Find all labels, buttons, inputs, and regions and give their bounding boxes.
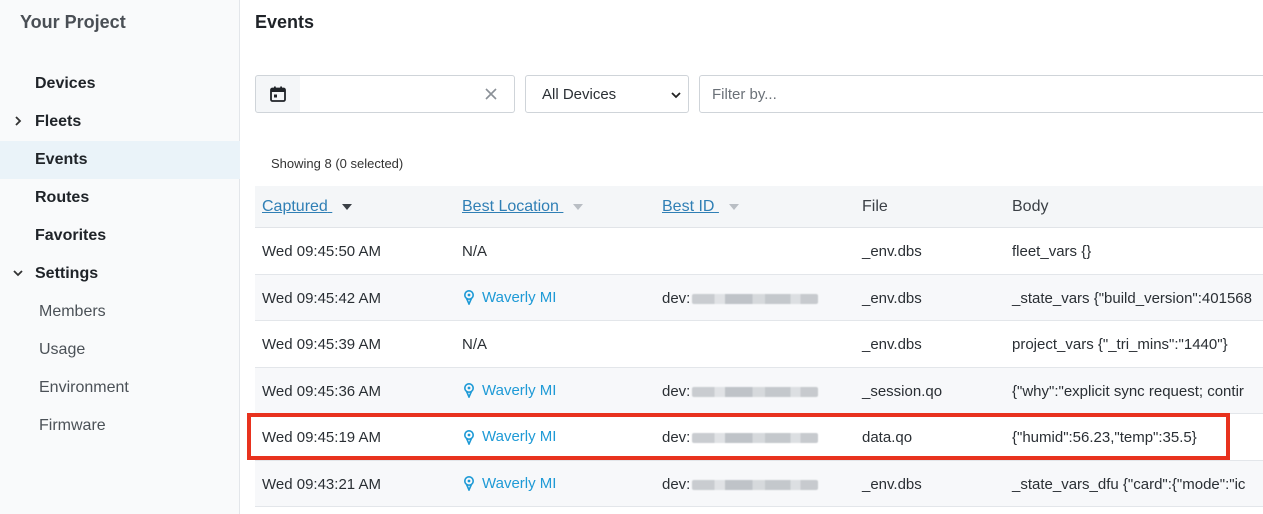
column-header-body: Body: [1012, 198, 1049, 215]
location-label: Waverly MI: [482, 474, 557, 492]
sidebar-item-label: Favorites: [35, 227, 107, 244]
column-header-file: File: [862, 198, 888, 215]
cell-location: N/A: [462, 336, 488, 353]
sidebar-item-fleets[interactable]: Fleets: [0, 103, 240, 141]
calendar-button[interactable]: [255, 75, 301, 113]
cell-file: _env.dbs: [862, 475, 922, 493]
redacted-device-id: [692, 293, 819, 304]
location-label: Waverly MI: [482, 288, 557, 306]
sidebar-item-label: Settings: [35, 265, 99, 282]
cell-file: data.qo: [862, 429, 913, 446]
cell-captured: Wed 09:43:21 AM: [262, 475, 381, 493]
sidebar-item-settings[interactable]: Settings: [0, 255, 240, 293]
cell-location-link[interactable]: Waverly MI: [462, 289, 556, 306]
redacted-device-id: [692, 386, 819, 397]
cell-best-id: dev:: [662, 429, 819, 446]
sidebar-item-label: Fleets: [35, 113, 82, 130]
sidebar-item-label: Members: [39, 303, 106, 320]
device-select[interactable]: All Devices: [525, 75, 689, 113]
cell-captured: Wed 09:45:19 AM: [262, 429, 381, 446]
sidebar-item-members[interactable]: Members: [0, 293, 240, 331]
table-row[interactable]: Wed 09:45:36 AM Waverly MI dev: _session.qo…: [255, 367, 1263, 414]
sidebar-item-favorites[interactable]: Favorites: [0, 217, 240, 255]
sidebar-item-usage[interactable]: Usage: [0, 331, 240, 369]
cell-captured: Wed 09:45:39 AM: [262, 336, 381, 353]
cell-best-id: dev:: [662, 475, 819, 493]
cell-file: _env.dbs: [862, 336, 922, 353]
column-label: Best Location: [462, 198, 559, 215]
cell-location: N/A: [462, 243, 488, 260]
cell-best-id: dev:: [662, 382, 819, 400]
location-label: Waverly MI: [482, 381, 557, 399]
column-header-captured[interactable]: Captured: [262, 198, 353, 216]
chevron-right-icon[interactable]: [11, 114, 25, 128]
location-icon: [464, 383, 474, 398]
page-title: Events: [255, 12, 315, 32]
location-icon: [464, 429, 474, 445]
table-header: Captured Best Location Best ID File Body: [255, 186, 1263, 228]
cell-best-id: dev:: [662, 289, 819, 307]
device-select-value: All Devices: [542, 85, 617, 103]
table-row[interactable]: Wed 09:45:50 AM N/A _env.dbs fleet_vars {}: [255, 228, 1263, 275]
cell-body: _state_vars {"build_version":401568: [1012, 289, 1252, 307]
sidebar-item-label: Routes: [35, 189, 90, 206]
table-row[interactable]: Wed 09:45:39 AM N/A _env.dbs project_vars {…: [255, 321, 1263, 368]
selection-count: Showing 8 (0 selected): [271, 156, 404, 171]
table-row[interactable]: Wed 09:45:42 AM Waverly MI dev: _env.dbs _st…: [255, 274, 1263, 321]
column-label: Best ID: [662, 198, 715, 215]
table-row[interactable]: Wed 09:45:19 AM Waverly MI dev: data.qo {"hu…: [255, 414, 1263, 461]
column-header-best-id[interactable]: Best ID: [662, 198, 739, 216]
redacted-device-id: [692, 433, 819, 444]
sidebar-item-firmware[interactable]: Firmware: [0, 407, 240, 445]
cell-file: _session.qo: [862, 382, 943, 400]
cell-body: _state_vars_dfu {"card":{"mode":"ic: [1012, 475, 1246, 493]
events-table: Captured Best Location Best ID File Body…: [255, 186, 1263, 507]
cell-captured: Wed 09:45:50 AM: [262, 243, 381, 260]
project-title[interactable]: Your Project: [20, 12, 126, 33]
best-id-prefix: dev:: [662, 475, 691, 493]
chevron-down-icon: [671, 92, 681, 99]
sidebar-item-label: Usage: [39, 341, 86, 358]
redacted-device-id: [692, 479, 819, 490]
cell-body: project_vars {"_tri_mins":"1440"}: [1012, 336, 1228, 353]
clear-icon[interactable]: [483, 86, 499, 102]
sidebar-item-environment[interactable]: Environment: [0, 369, 240, 407]
best-id-prefix: dev:: [662, 429, 691, 446]
table-row[interactable]: Wed 09:43:21 AM Waverly MI dev: _env.dbs _st…: [255, 460, 1263, 507]
cell-body: {"humid":56.23,"temp":35.5}: [1012, 429, 1197, 446]
sort-desc-icon: [342, 203, 353, 210]
cell-body: {"why":"explicit sync request; contir: [1012, 382, 1244, 400]
cell-location-link[interactable]: Waverly MI: [462, 428, 556, 445]
cell-captured: Wed 09:45:36 AM: [262, 382, 381, 400]
sidebar-item-label: Devices: [35, 75, 96, 92]
sidebar-item-label: Events: [35, 151, 88, 168]
table-body: Wed 09:45:50 AM N/A _env.dbs fleet_vars {} W…: [255, 228, 1263, 507]
filter-input[interactable]: [699, 75, 1263, 113]
location-label: Waverly MI: [482, 428, 557, 445]
location-icon: [464, 476, 474, 491]
sort-icon: [728, 203, 739, 210]
best-id-prefix: dev:: [662, 382, 691, 400]
location-icon: [464, 290, 474, 305]
column-header-best-location[interactable]: Best Location: [462, 198, 584, 216]
sidebar-item-events[interactable]: Events: [0, 141, 240, 179]
sidebar-item-devices[interactable]: Devices: [0, 65, 240, 103]
main-content: Events All Devices Showing 8 (0 selected…: [240, 0, 1263, 514]
cell-body: fleet_vars {}: [1012, 243, 1092, 260]
cell-location-link[interactable]: Waverly MI: [462, 382, 556, 399]
best-id-prefix: dev:: [662, 289, 691, 307]
cell-captured: Wed 09:45:42 AM: [262, 289, 381, 307]
cell-file: _env.dbs: [862, 289, 922, 307]
sort-icon: [573, 203, 584, 210]
sidebar-item-label: Firmware: [39, 417, 106, 434]
sidebar-item-label: Environment: [39, 379, 129, 396]
cell-location-link[interactable]: Waverly MI: [462, 475, 556, 492]
calendar-icon: [270, 86, 286, 102]
sidebar: Your Project Devices Fleets Events Route…: [0, 0, 240, 514]
chevron-down-icon[interactable]: [11, 266, 25, 280]
column-label: Captured: [262, 198, 328, 215]
cell-file: _env.dbs: [862, 243, 922, 260]
sidebar-item-routes[interactable]: Routes: [0, 179, 240, 217]
